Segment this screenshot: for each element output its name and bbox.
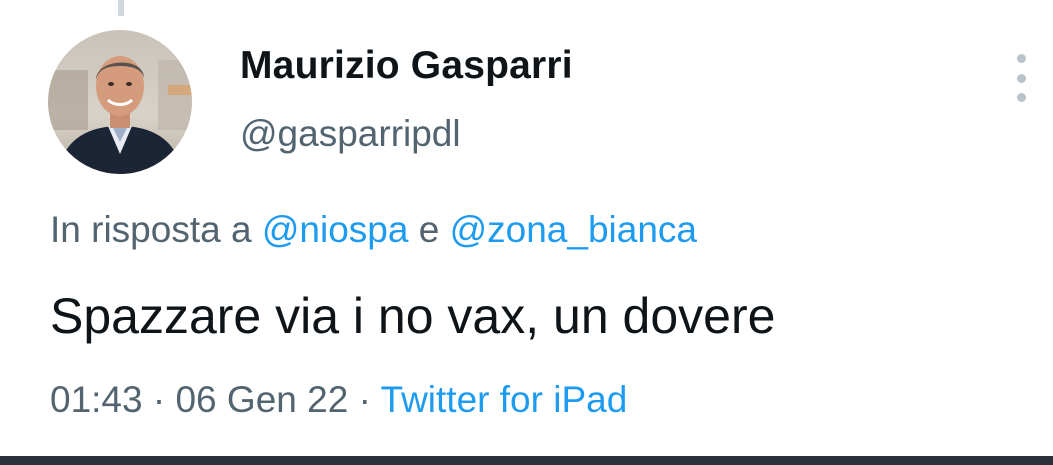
- tweet-time[interactable]: 01:43: [50, 379, 143, 420]
- profile-photo-icon: [48, 30, 192, 174]
- more-dot: [1016, 93, 1026, 102]
- more-dot: [1016, 54, 1026, 63]
- reply-prefix: In risposta a: [50, 209, 252, 250]
- avatar[interactable]: [48, 30, 192, 174]
- reply-joiner: e: [418, 209, 440, 250]
- reply-context: In risposta a @niospa e @zona_bianca: [50, 209, 697, 251]
- author-name[interactable]: Maurizio Gasparri: [240, 44, 573, 88]
- tweet-meta: 01:43 · 06 Gen 22 · Twitter for iPad: [50, 379, 627, 421]
- tweet-text: Spazzare via i no vax, un dovere: [50, 288, 776, 344]
- mention-link-niospa[interactable]: @niospa: [262, 209, 409, 250]
- tweet-card: Maurizio Gasparri @gasparripdl In rispos…: [0, 0, 1053, 465]
- tweet-source-link[interactable]: Twitter for iPad: [381, 379, 628, 420]
- more-vertical-icon[interactable]: [1005, 50, 1037, 106]
- author-handle[interactable]: @gasparripdl: [240, 113, 461, 155]
- tweet-date[interactable]: 06 Gen 22: [175, 379, 348, 420]
- thread-connector-line: [118, 0, 124, 16]
- meta-separator: ·: [152, 379, 166, 420]
- meta-separator: ·: [358, 379, 371, 420]
- mention-link-zona-bianca[interactable]: @zona_bianca: [450, 209, 697, 250]
- more-dot: [1016, 73, 1026, 83]
- bottom-divider: [0, 456, 1053, 465]
